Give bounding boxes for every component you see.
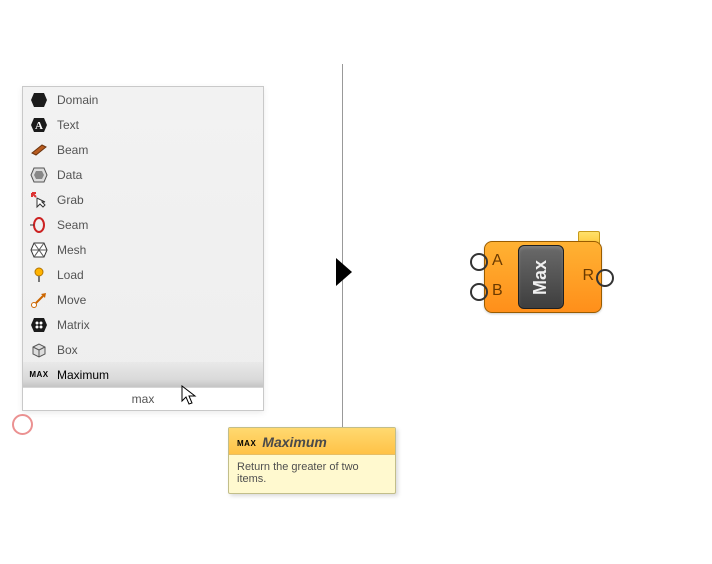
- box-icon: [29, 340, 49, 360]
- pin-icon: [29, 265, 49, 285]
- list-item-label: Domain: [57, 93, 98, 107]
- list-item[interactable]: Mesh: [23, 237, 263, 262]
- list-item[interactable]: Load: [23, 262, 263, 287]
- hex-dark-icon: [29, 90, 49, 110]
- input-grip-a-icon[interactable]: [470, 253, 488, 271]
- search-results-list: Domain A Text Beam Data Grab: [23, 87, 263, 387]
- tooltip-title: Maximum: [262, 434, 327, 450]
- list-item-label: Load: [57, 268, 84, 282]
- list-item-label: Box: [57, 343, 78, 357]
- component-core[interactable]: Max: [518, 245, 564, 309]
- input-b-label[interactable]: B: [492, 282, 503, 300]
- input-grip-b-icon[interactable]: [470, 283, 488, 301]
- svg-text:A: A: [35, 120, 43, 132]
- list-item-label: Maximum: [57, 368, 109, 382]
- list-item-label: Matrix: [57, 318, 90, 332]
- list-item[interactable]: Matrix: [23, 312, 263, 337]
- max-component[interactable]: A B Max R: [478, 231, 606, 313]
- component-outputs: R: [582, 241, 594, 311]
- list-item-selected[interactable]: MAX Maximum: [23, 362, 263, 387]
- origin-ring-icon: [12, 414, 33, 435]
- tooltip-body: Return the greater of two items.: [229, 455, 395, 493]
- tooltip-header: MAX Maximum: [229, 428, 395, 455]
- list-item[interactable]: Seam: [23, 212, 263, 237]
- seam-icon: [29, 215, 49, 235]
- list-item-label: Move: [57, 293, 86, 307]
- list-item[interactable]: Beam: [23, 137, 263, 162]
- mesh-hex-icon: [29, 240, 49, 260]
- list-item[interactable]: Move: [23, 287, 263, 312]
- component-search-popup[interactable]: Domain A Text Beam Data Grab: [22, 86, 264, 411]
- list-item-label: Beam: [57, 143, 88, 157]
- canvas-direction-arrow-icon: [336, 258, 352, 286]
- letter-a-icon: A: [29, 115, 49, 135]
- hex-outline-icon: [29, 165, 49, 185]
- tooltip: MAX Maximum Return the greater of two it…: [228, 427, 396, 494]
- list-item[interactable]: A Text: [23, 112, 263, 137]
- list-item[interactable]: Domain: [23, 87, 263, 112]
- max-badge-icon: MAX: [29, 365, 49, 385]
- list-item-label: Mesh: [57, 243, 86, 257]
- max-badge-icon: MAX: [237, 435, 256, 449]
- component-inputs: A B: [492, 241, 503, 311]
- move-arrow-icon: [29, 290, 49, 310]
- list-item-label: Grab: [57, 193, 84, 207]
- list-item-label: Text: [57, 118, 79, 132]
- list-item[interactable]: Data: [23, 162, 263, 187]
- matrix-hex-icon: [29, 315, 49, 335]
- list-item-label: Seam: [57, 218, 88, 232]
- list-item[interactable]: Grab: [23, 187, 263, 212]
- output-r-label[interactable]: R: [582, 267, 594, 285]
- list-item[interactable]: Box: [23, 337, 263, 362]
- search-input-value: max: [132, 392, 155, 406]
- input-a-label[interactable]: A: [492, 252, 503, 270]
- beam-icon: [29, 140, 49, 160]
- component-core-label: Max: [530, 259, 551, 294]
- list-item-label: Data: [57, 168, 82, 182]
- cursor-x-icon: [29, 190, 49, 210]
- output-grip-r-icon[interactable]: [596, 269, 614, 287]
- search-input[interactable]: max: [23, 387, 263, 410]
